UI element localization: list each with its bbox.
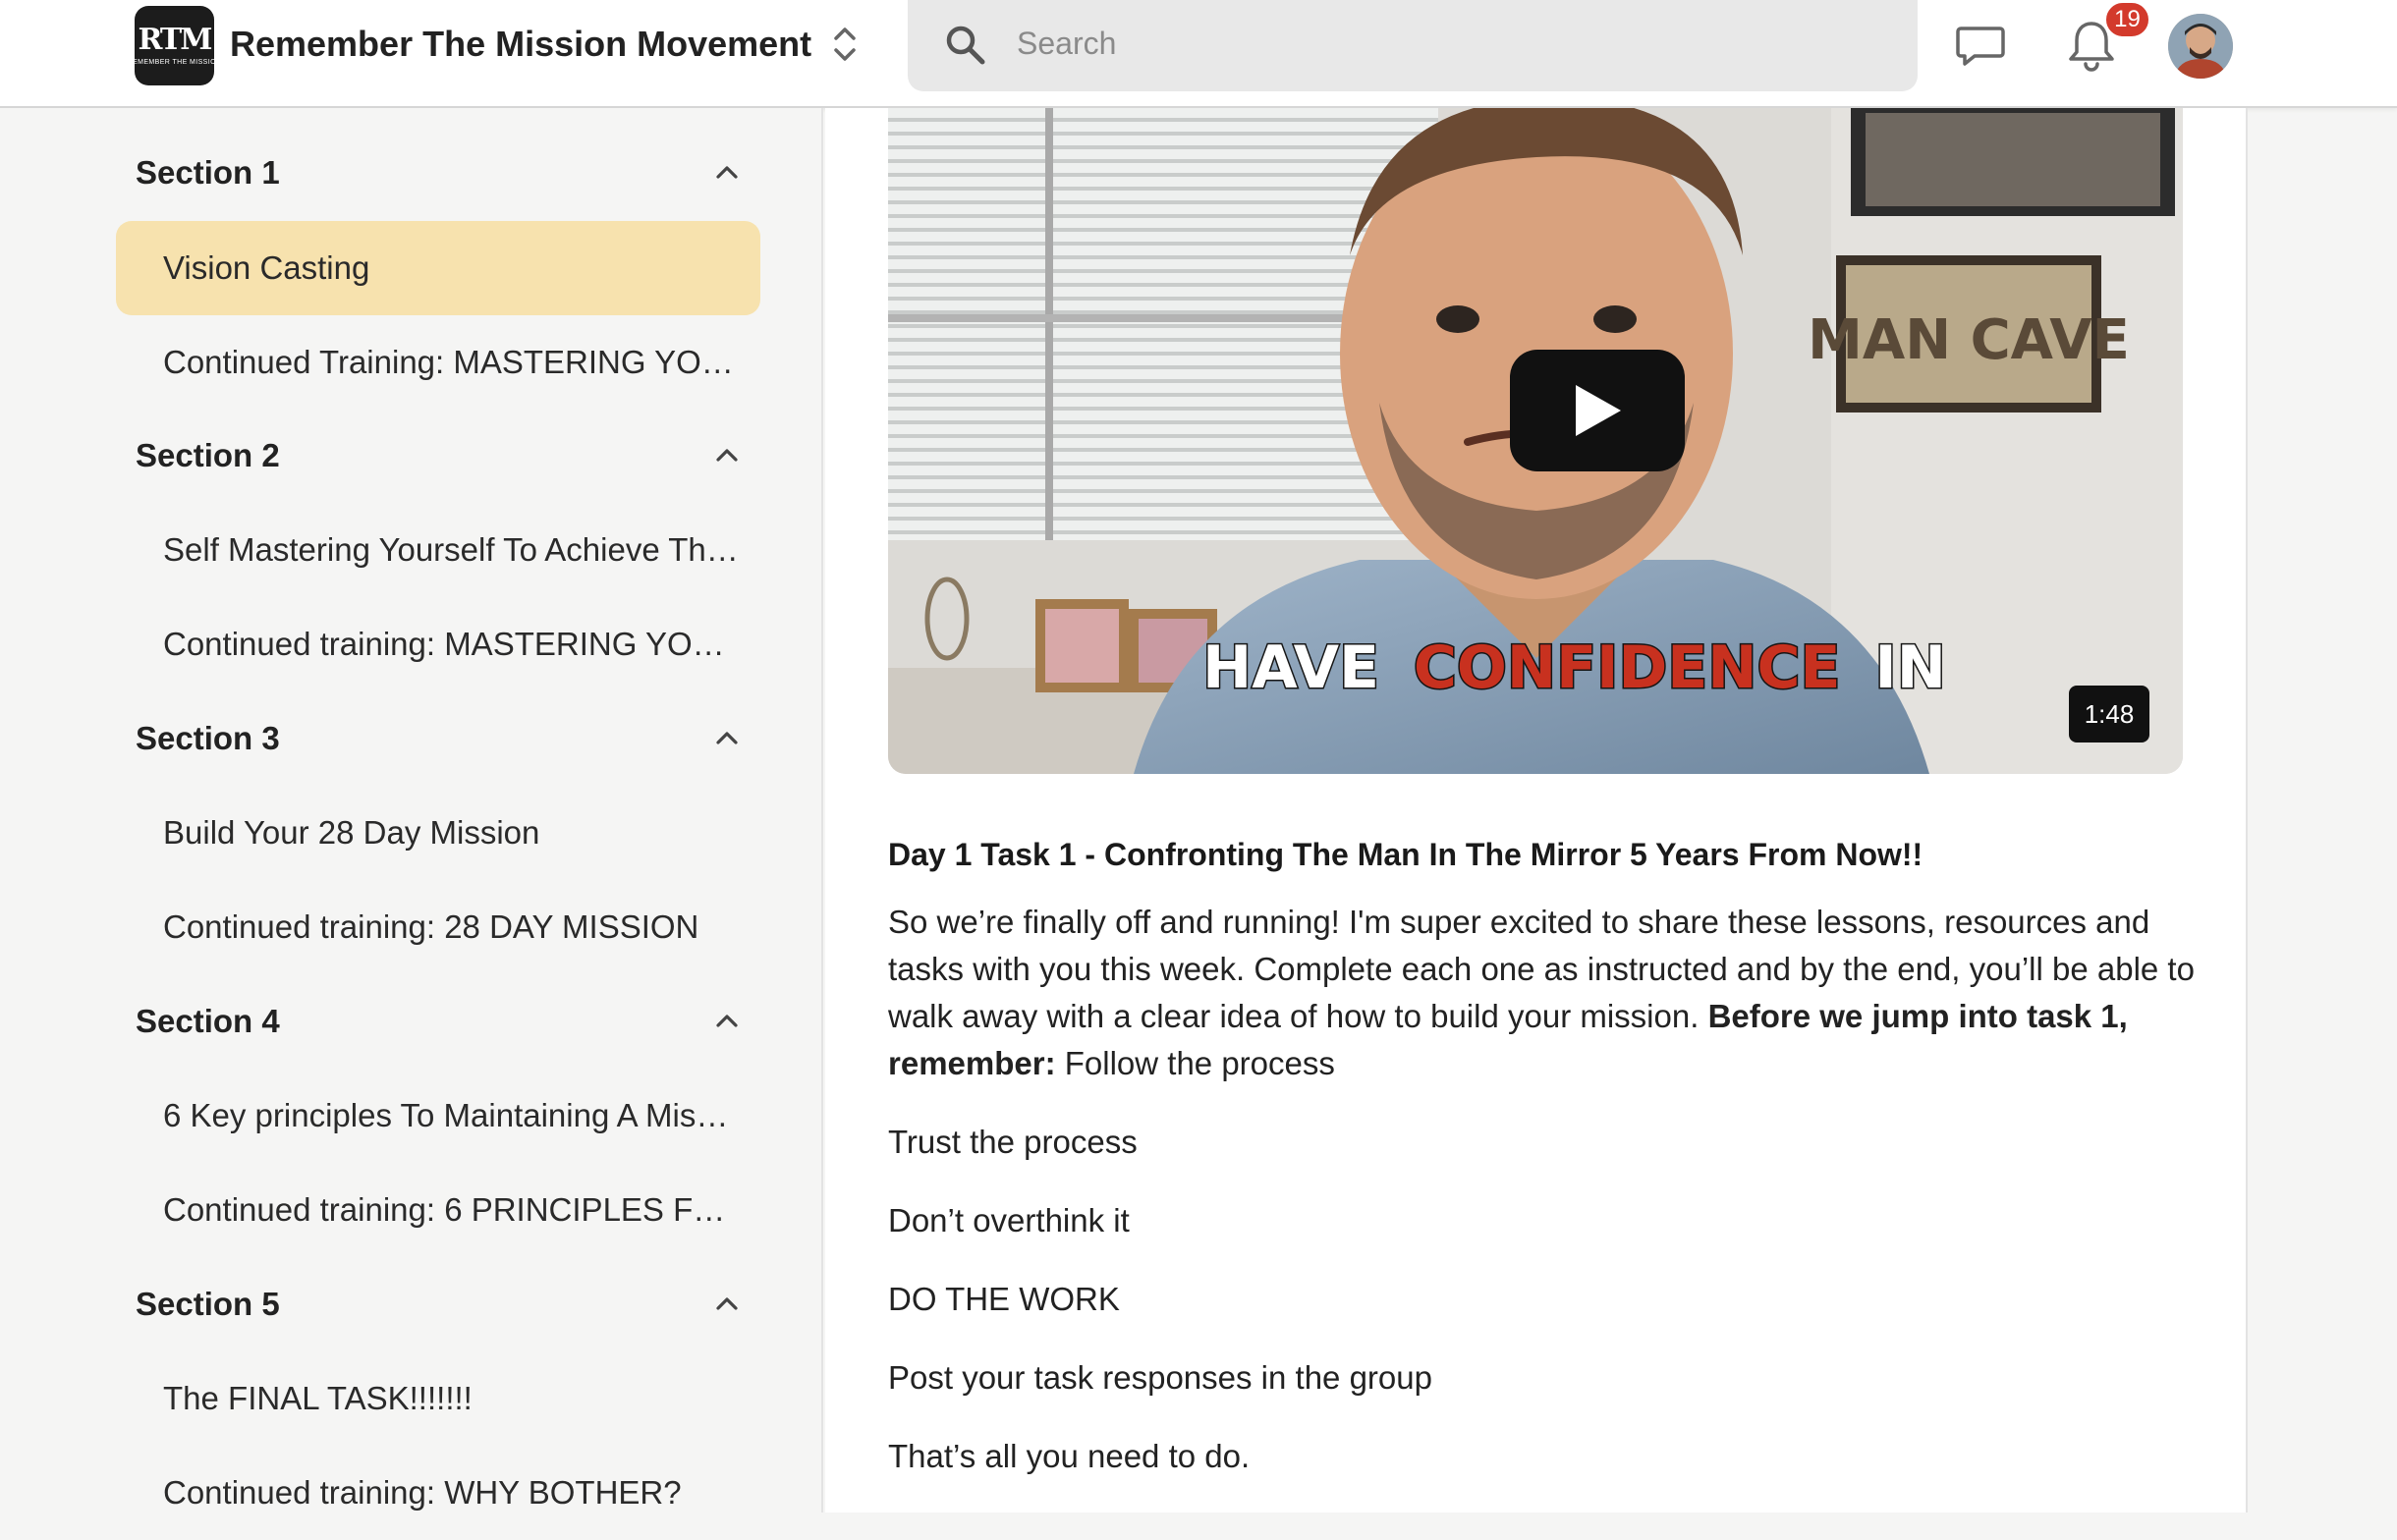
post-intro: So we’re finally off and running! I'm su… xyxy=(888,899,2195,1087)
lesson-label: Continued training: 28 DAY MISSION xyxy=(163,908,699,945)
lesson-item[interactable]: Continued training: MASTERING YOURS... xyxy=(116,597,760,691)
chevron-up-icon[interactable] xyxy=(709,721,745,756)
post-body: Day 1 Task 1 - Confronting The Man In Th… xyxy=(888,820,2195,1480)
section-title: Section 1 xyxy=(136,154,280,191)
lesson-item[interactable]: Continued Training: MASTERING YOUR ... xyxy=(116,315,760,410)
lesson-item[interactable]: Build Your 28 Day Mission xyxy=(116,786,760,880)
top-bar: RTM REMEMBER THE MISSION Remember The Mi… xyxy=(0,0,2397,108)
post-line: Trust the process xyxy=(888,1124,1138,1160)
post-intro-tail: Follow the process xyxy=(1064,1045,1335,1081)
lesson-label: Continued Training: MASTERING YOUR ... xyxy=(163,344,743,380)
lesson-item[interactable]: Continued training: WHY BOTHER? xyxy=(116,1446,760,1540)
lesson-item[interactable]: Continued training: 6 PRINCIPLES FOR ... xyxy=(116,1163,760,1257)
lesson-label: 6 Key principles To Maintaining A Missio… xyxy=(163,1097,743,1133)
play-icon xyxy=(1576,385,1621,436)
caption-word-highlight: CONFIDENCE xyxy=(1414,633,1841,702)
lesson-item-active[interactable]: Vision Casting xyxy=(116,221,760,315)
chevron-up-icon[interactable] xyxy=(709,1287,745,1322)
lesson-item[interactable]: Self Mastering Yourself To Achieve The .… xyxy=(116,503,760,597)
lesson-label: Build Your 28 Day Mission xyxy=(163,814,540,851)
post-line: DO THE WORK xyxy=(888,1281,1120,1317)
chevron-up-icon[interactable] xyxy=(709,438,745,473)
lesson-item[interactable]: Continued training: 28 DAY MISSION xyxy=(116,880,760,974)
search-input[interactable]: Search xyxy=(1017,26,1116,62)
notification-badge: 19 xyxy=(2103,0,2151,39)
lesson-label: Self Mastering Yourself To Achieve The .… xyxy=(163,531,743,568)
lesson-item[interactable]: The FINAL TASK!!!!!!! xyxy=(116,1351,760,1446)
user-avatar[interactable] xyxy=(2168,14,2233,79)
lesson-label: Continued training: 6 PRINCIPLES FOR ... xyxy=(163,1191,743,1228)
post-line: That’s all you need to do. xyxy=(888,1438,1251,1474)
community-switcher-icon[interactable] xyxy=(823,22,866,67)
logo-monogram: RTM xyxy=(138,23,213,57)
post-title: Day 1 Task 1 - Confronting The Man In Th… xyxy=(888,837,1923,872)
section-title: Section 2 xyxy=(136,437,280,473)
man-cave-sign-text: MAN CAVE xyxy=(1808,308,2130,372)
section-title: Section 5 xyxy=(136,1286,280,1322)
lesson-label: Continued training: WHY BOTHER? xyxy=(163,1474,682,1511)
svg-text:HAVE CONFIDENCE: HAVE CONFIDENCE IN xyxy=(1202,633,1946,702)
section-header-2[interactable]: Section 2 xyxy=(136,426,745,485)
section-header-3[interactable]: Section 3 xyxy=(136,709,745,768)
video-player[interactable]: MAN CAVE HAVE CONFIDENCE IN 1:48 xyxy=(888,108,2183,774)
caption-word: HAVE xyxy=(1202,633,1379,702)
video-duration: 1:48 xyxy=(2069,686,2149,742)
lesson-content: MAN CAVE HAVE CONFIDENCE IN 1:48 Day 1 T… xyxy=(825,108,2248,1512)
play-button[interactable] xyxy=(1510,350,1685,471)
section-title: Section 3 xyxy=(136,720,280,756)
post-line: Post your task responses in the group xyxy=(888,1359,1432,1396)
chat-icon[interactable] xyxy=(1955,20,2006,71)
section-header-1[interactable]: Section 1 xyxy=(136,143,745,202)
caption-word: IN xyxy=(1874,633,1946,702)
section-title: Section 4 xyxy=(136,1003,280,1039)
lesson-item[interactable]: 6 Key principles To Maintaining A Missio… xyxy=(116,1069,760,1163)
chevron-up-icon[interactable] xyxy=(709,155,745,191)
search-icon xyxy=(946,26,985,65)
lesson-label: Continued training: MASTERING YOURS... xyxy=(163,626,743,662)
post-line: Don’t overthink it xyxy=(888,1202,1130,1238)
community-logo[interactable]: RTM REMEMBER THE MISSION xyxy=(135,6,214,85)
lesson-label: The FINAL TASK!!!!!!! xyxy=(163,1380,473,1416)
search-bar[interactable]: Search xyxy=(908,0,1918,91)
chevron-up-icon[interactable] xyxy=(709,1004,745,1039)
lesson-label: Vision Casting xyxy=(163,249,370,286)
section-header-4[interactable]: Section 4 xyxy=(136,992,745,1051)
section-header-5[interactable]: Section 5 xyxy=(136,1275,745,1334)
community-name[interactable]: Remember The Mission Movement xyxy=(230,24,811,65)
logo-subtext: REMEMBER THE MISSION xyxy=(135,59,214,66)
course-sidebar: Section 1 Vision Casting Continued Train… xyxy=(0,108,823,1512)
